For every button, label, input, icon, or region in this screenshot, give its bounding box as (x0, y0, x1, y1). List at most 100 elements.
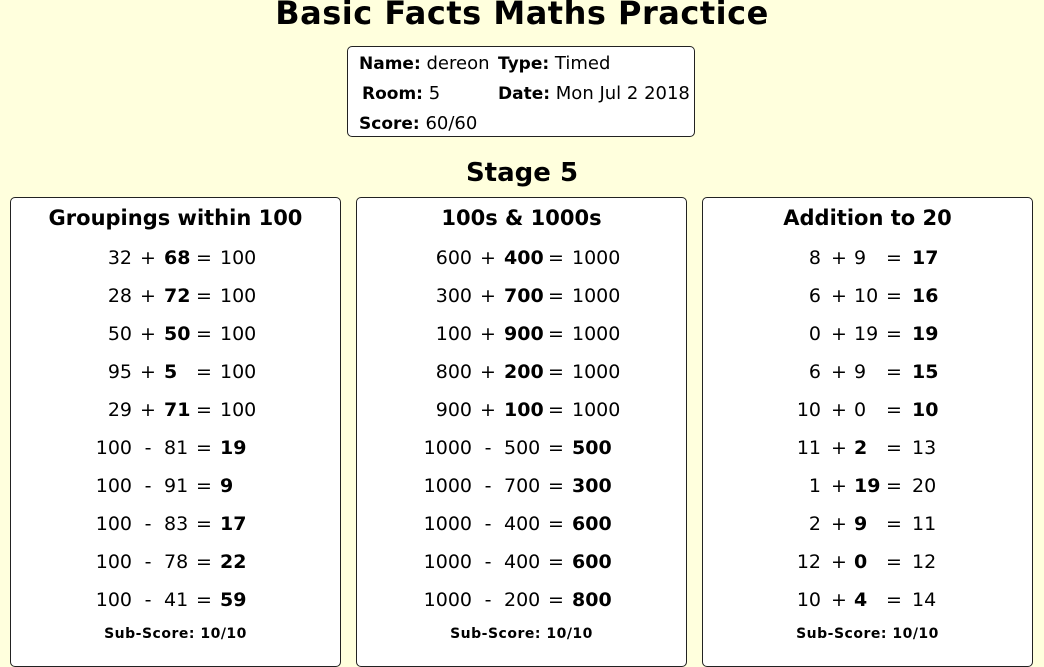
operator: - (484, 437, 492, 459)
equation-row: 2 +9 = 11 (703, 513, 1032, 539)
result: 100 (220, 361, 257, 383)
equation-row: 1 +19 = 20 (703, 475, 1032, 501)
result: 800 (572, 589, 612, 611)
equation-row: 100-83 = 17 (11, 513, 340, 539)
operand-a: 1000 (423, 513, 472, 535)
equals-sign: = (886, 589, 902, 611)
equation-row: 1000-500 = 500 (357, 437, 686, 463)
equation-row: 1000-400 = 600 (357, 551, 686, 577)
equals-sign: = (196, 589, 212, 611)
equals-sign: = (886, 475, 902, 497)
name-row: Name: dereon (359, 53, 489, 74)
operator: + (831, 589, 847, 611)
result: 100 (220, 247, 257, 269)
operand-b: 500 (504, 437, 541, 459)
operand-b: 200 (504, 361, 544, 383)
equals-sign: = (886, 399, 902, 421)
operator: - (144, 589, 152, 611)
operand-b: 700 (504, 285, 544, 307)
operator: + (480, 361, 496, 383)
operand-a: 29 (107, 399, 132, 421)
equals-sign: = (548, 247, 564, 269)
equation-row: 1000-400 = 600 (357, 513, 686, 539)
panel-groupings-within-100: Groupings within 100 32 +68 = 100 28 +72 = 100 5… (10, 197, 341, 667)
equation-row: 100 +900 = 1000 (357, 323, 686, 349)
operator: + (831, 475, 847, 497)
operand-b: 19 (854, 475, 881, 497)
operand-a: 10 (796, 589, 821, 611)
result: 1000 (572, 285, 621, 307)
operand-b: 200 (504, 589, 541, 611)
sub-score: Sub-Score: 10/10 (104, 626, 247, 642)
result: 13 (912, 437, 937, 459)
score-label: Score: (359, 114, 420, 134)
equals-sign: = (196, 323, 212, 345)
equation-row: 0 +19 = 19 (703, 323, 1032, 349)
operand-a: 300 (435, 285, 472, 307)
score-row: Score: 60/60 (359, 113, 477, 134)
operand-b: 83 (164, 513, 189, 535)
equals-sign: = (886, 551, 902, 573)
operand-b: 68 (164, 247, 191, 269)
equation-row: 28 +72 = 100 (11, 285, 340, 311)
result: 500 (572, 437, 612, 459)
result: 15 (912, 361, 939, 383)
result: 12 (912, 551, 937, 573)
type-label: Type: (498, 54, 550, 74)
equation-row: 100-81 = 19 (11, 437, 340, 463)
operand-a: 6 (808, 285, 821, 307)
equals-sign: = (548, 589, 564, 611)
result: 11 (912, 513, 937, 535)
operand-b: 72 (164, 285, 191, 307)
operand-b: 9 (854, 361, 867, 383)
result: 16 (912, 285, 939, 307)
student-info-box: Name: dereon Type: Timed Room: 5 Date: M… (347, 46, 695, 137)
equation-row: 50 +50 = 100 (11, 323, 340, 349)
equals-sign: = (196, 247, 212, 269)
operand-b: 5 (164, 361, 178, 383)
name-value: dereon (426, 53, 490, 74)
equation-row: 100-91 = 9 (11, 475, 340, 501)
result: 17 (912, 247, 939, 269)
type-value: Timed (554, 53, 611, 74)
sub-score: Sub-Score: 10/10 (450, 626, 593, 642)
operator: - (144, 513, 152, 535)
equation-row: 100-41 = 59 (11, 589, 340, 615)
equation-row: 800 +200 = 1000 (357, 361, 686, 387)
equation-row: 1000-700 = 300 (357, 475, 686, 501)
operand-b: 100 (504, 399, 544, 421)
operand-b: 9 (854, 247, 867, 269)
operand-a: 8 (808, 247, 821, 269)
result: 1000 (572, 323, 621, 345)
operand-b: 19 (854, 323, 879, 345)
score-value: 60/60 (425, 113, 478, 134)
equals-sign: = (886, 513, 902, 535)
result: 14 (912, 589, 937, 611)
equals-sign: = (196, 475, 212, 497)
operand-a: 1000 (423, 475, 472, 497)
operand-a: 6 (808, 361, 821, 383)
operand-a: 0 (808, 323, 821, 345)
panel-title: 100s & 1000s (441, 206, 602, 230)
operator: - (484, 513, 492, 535)
panel-title: Addition to 20 (783, 206, 952, 230)
equals-sign: = (548, 285, 564, 307)
operand-b: 400 (504, 513, 541, 535)
operator: + (831, 247, 847, 269)
operand-b: 50 (164, 323, 191, 345)
operator: - (144, 551, 152, 573)
date-label: Date: (498, 84, 551, 104)
operator: + (140, 399, 156, 421)
operator: + (140, 285, 156, 307)
result: 22 (220, 551, 247, 573)
equation-row: 100-78 = 22 (11, 551, 340, 577)
operand-a: 900 (435, 399, 472, 421)
result: 19 (912, 323, 939, 345)
operand-a: 11 (796, 437, 821, 459)
panel-100s-and-1000s: 100s & 1000s 600 +400 = 1000 300 +700 = 1000 100… (356, 197, 687, 667)
type-row: Type: Timed (498, 53, 610, 74)
operator: + (831, 551, 847, 573)
equals-sign: = (886, 323, 902, 345)
operand-a: 1000 (423, 589, 472, 611)
operand-b: 10 (854, 285, 879, 307)
